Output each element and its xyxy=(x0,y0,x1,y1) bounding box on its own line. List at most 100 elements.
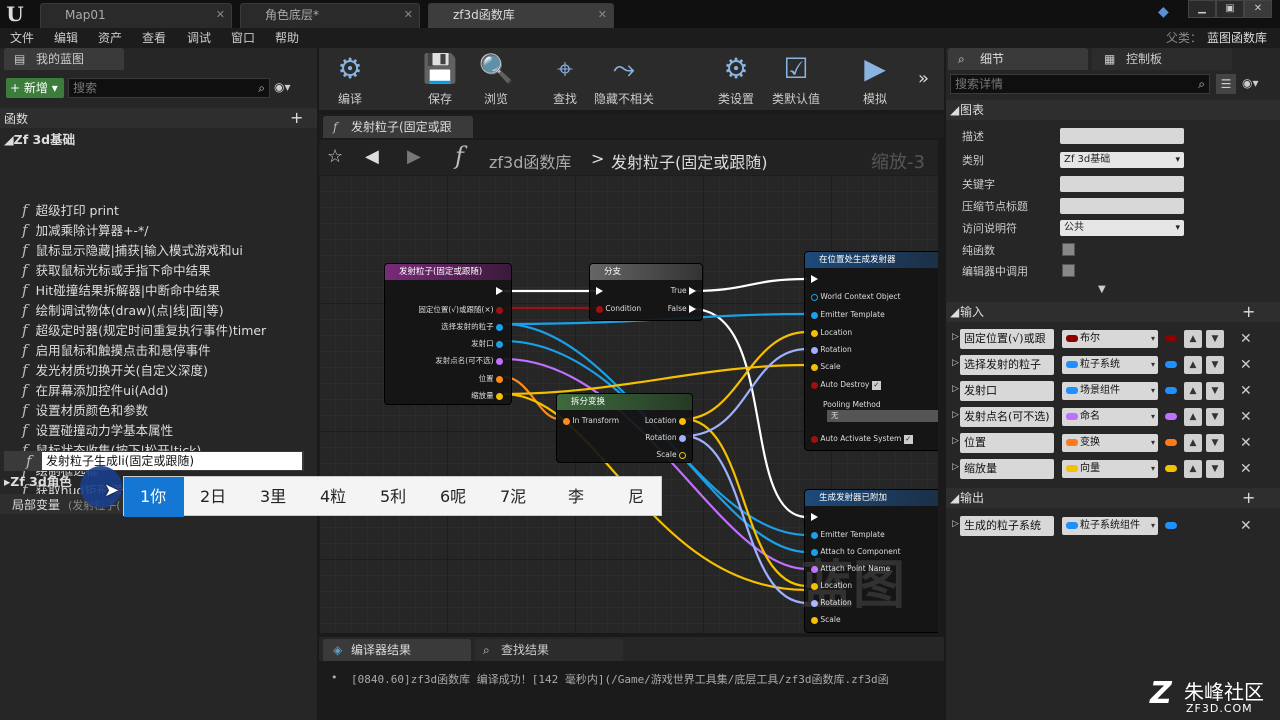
expand-icon[interactable]: ▷ xyxy=(952,332,959,342)
list-item-editing[interactable]: f 发射粒子生成li(固定或跟随) xyxy=(4,451,304,471)
spawn-emitter-at-location-node[interactable]: 在位置处生成发射器 World Context Object Emitter T… xyxy=(804,251,938,451)
break-transform-node[interactable]: 拆分变换 In Transform Location Rotation Scal… xyxy=(556,393,693,463)
maximize-button[interactable]: ▣ xyxy=(1216,0,1244,18)
function-list-item[interactable]: f 获取鼠标光标或手指下命中结果 xyxy=(22,260,211,280)
ime-candidate[interactable]: 尼 xyxy=(628,477,644,517)
param-type-dropdown[interactable]: 向量 ▾ xyxy=(1062,460,1158,478)
more-tools-icon[interactable]: » xyxy=(918,68,929,89)
menu-view[interactable]: 查看 xyxy=(142,28,166,48)
remove-icon[interactable]: ✕ xyxy=(1240,355,1252,375)
graph-section-header[interactable]: ◢ 图表 xyxy=(946,100,1280,120)
move-up-button[interactable]: ▲ xyxy=(1184,408,1202,426)
forward-arrow-icon[interactable]: ▶ xyxy=(407,146,421,167)
menu-window[interactable]: 窗口 xyxy=(231,28,255,48)
close-icon[interactable]: ✕ xyxy=(216,4,225,26)
functions-section-header[interactable]: 函数 + xyxy=(0,108,317,128)
ime-candidate[interactable]: 3里 xyxy=(260,477,286,517)
function-list-item[interactable]: f 加减乘除计算器+-*/ xyxy=(22,220,149,240)
param-name-field[interactable]: 缩放量 xyxy=(960,459,1054,479)
expand-advanced-icon[interactable]: ▼ xyxy=(1098,284,1106,295)
ime-candidate[interactable]: 6呢 xyxy=(440,477,466,517)
pooling-dropdown[interactable]: 无 xyxy=(827,410,938,422)
ime-candidate[interactable]: 李 xyxy=(568,477,584,517)
move-up-button[interactable]: ▲ xyxy=(1184,356,1202,374)
toolbar-button-magnifier[interactable]: 🔍 浏览 xyxy=(466,52,526,107)
pin-emit-point[interactable]: 发射点名(可不选) xyxy=(435,355,503,366)
source-control-icon[interactable]: ◆ xyxy=(1158,4,1176,22)
pin-position[interactable]: 位置 xyxy=(479,373,503,384)
remove-icon[interactable]: ✕ xyxy=(1240,381,1252,401)
close-icon[interactable]: ✕ xyxy=(404,4,413,26)
exec-in-pin[interactable] xyxy=(811,512,818,521)
details-search-input[interactable]: 搜索详情 ⌕ xyxy=(950,74,1210,94)
param-name-field[interactable]: 发射口 xyxy=(960,381,1054,401)
param-type-dropdown[interactable]: 粒子系统组件 ▾ xyxy=(1062,517,1158,535)
toolbar-button-hide-unrelated[interactable]: ⤳ 隐藏不相关 xyxy=(594,52,654,107)
tab-function-library[interactable]: zf3d函数库 ✕ xyxy=(428,3,614,28)
function-list-item[interactable]: f 在屏幕添加控件ui(Add) xyxy=(22,380,168,400)
remove-icon[interactable]: ✕ xyxy=(1240,407,1252,427)
expand-icon[interactable]: ▷ xyxy=(952,519,959,529)
function-list-item[interactable]: f 设置碰撞动力学基本属性 xyxy=(22,420,173,440)
close-icon[interactable]: ✕ xyxy=(598,4,607,26)
blueprint-search-input[interactable]: 搜索 ⌕ xyxy=(68,78,270,98)
pin-fixed-or-follow[interactable]: 固定位置(√)或跟随(×) xyxy=(418,304,503,315)
ime-candidate[interactable]: 7泥 xyxy=(500,477,526,517)
ime-candidate[interactable]: 1你 xyxy=(140,477,166,517)
pin-scale[interactable]: Scale xyxy=(811,362,841,371)
pin-emitter-template[interactable]: Emitter Template xyxy=(811,310,885,319)
function-list-item[interactable]: f 超级打印 print xyxy=(22,200,119,220)
find-results-tab[interactable]: ⌕ 查找结果 xyxy=(475,639,623,661)
inputs-section-header[interactable]: ◢ 输入 + xyxy=(946,302,1280,322)
compiler-results-tab[interactable]: ◈ 编译器结果 xyxy=(323,639,471,661)
function-list-item[interactable]: f 超级定时器(规定时间重复执行事件)timer xyxy=(22,320,266,340)
function-list-item[interactable]: f 发光材质切换开关(自定义深度) xyxy=(22,360,208,380)
pin-rotation[interactable]: Rotation xyxy=(645,433,686,442)
ime-candidate[interactable]: 4粒 xyxy=(320,477,346,517)
move-down-button[interactable]: ▼ xyxy=(1206,460,1224,478)
param-name-field[interactable]: 生成的粒子系统 xyxy=(960,516,1054,536)
menu-asset[interactable]: 资产 xyxy=(98,28,122,48)
remove-icon[interactable]: ✕ xyxy=(1240,459,1252,479)
toolbar-button-save[interactable]: 💾 保存 xyxy=(410,52,470,107)
pin-in-transform[interactable]: In Transform xyxy=(563,416,619,425)
pin-world-context[interactable]: World Context Object xyxy=(811,292,900,301)
add-new-button[interactable]: + 新增 ▾ xyxy=(6,78,64,98)
pin-particle[interactable]: 选择发射的粒子 xyxy=(441,321,503,332)
menu-help[interactable]: 帮助 xyxy=(275,28,299,48)
eye-icon[interactable]: ◉▾ xyxy=(274,80,291,94)
expand-icon[interactable]: ▷ xyxy=(952,358,959,368)
minimize-button[interactable]: ▁ xyxy=(1188,0,1216,18)
graph-canvas[interactable]: 发射粒子(固定或跟随) 固定位置(√)或跟随(×) 选择发射的粒子 发射口 发射… xyxy=(319,175,938,633)
parent-class-link[interactable]: 蓝图函数库 xyxy=(1207,28,1267,48)
function-list-item[interactable]: f Hit碰撞结果拆解器|中断命中结果 xyxy=(22,280,220,300)
move-down-button[interactable]: ▼ xyxy=(1206,330,1224,348)
property-field[interactable]: Zf 3d基础 ▾ xyxy=(1060,152,1184,168)
menu-edit[interactable]: 编辑 xyxy=(54,28,78,48)
pin-location[interactable]: Location xyxy=(811,328,852,337)
expand-icon[interactable]: ▷ xyxy=(952,462,959,472)
menu-file[interactable]: 文件 xyxy=(10,28,34,48)
param-name-field[interactable]: 发射点名(可不选) xyxy=(960,407,1054,427)
graph-tab[interactable]: f 发射粒子(固定或跟 xyxy=(323,116,473,138)
ime-candidate[interactable]: 5利 xyxy=(380,477,406,517)
property-field[interactable] xyxy=(1060,176,1184,192)
my-blueprint-tab[interactable]: ▤ 我的蓝图 xyxy=(4,48,124,70)
expand-icon[interactable]: ▷ xyxy=(952,436,959,446)
param-type-dropdown[interactable]: 粒子系统 ▾ xyxy=(1062,356,1158,374)
move-up-button[interactable]: ▲ xyxy=(1184,434,1202,452)
details-tab[interactable]: ⌕ 细节 xyxy=(948,48,1088,70)
property-checkbox[interactable] xyxy=(1062,264,1075,277)
checkbox-icon[interactable]: ✓ xyxy=(871,381,881,390)
toolbar-button-class-defaults[interactable]: ☑ 类默认值 xyxy=(766,52,826,107)
add-function-icon[interactable]: + xyxy=(290,108,303,127)
branch-node[interactable]: 分支 Condition True False xyxy=(589,263,703,321)
property-field[interactable] xyxy=(1060,128,1184,144)
move-down-button[interactable]: ▼ xyxy=(1206,382,1224,400)
move-up-button[interactable]: ▲ xyxy=(1184,382,1202,400)
expand-icon[interactable]: ▷ xyxy=(952,410,959,420)
move-down-button[interactable]: ▼ xyxy=(1206,356,1224,374)
close-window-button[interactable]: ✕ xyxy=(1244,0,1272,18)
move-up-button[interactable]: ▲ xyxy=(1184,330,1202,348)
move-down-button[interactable]: ▼ xyxy=(1206,434,1224,452)
